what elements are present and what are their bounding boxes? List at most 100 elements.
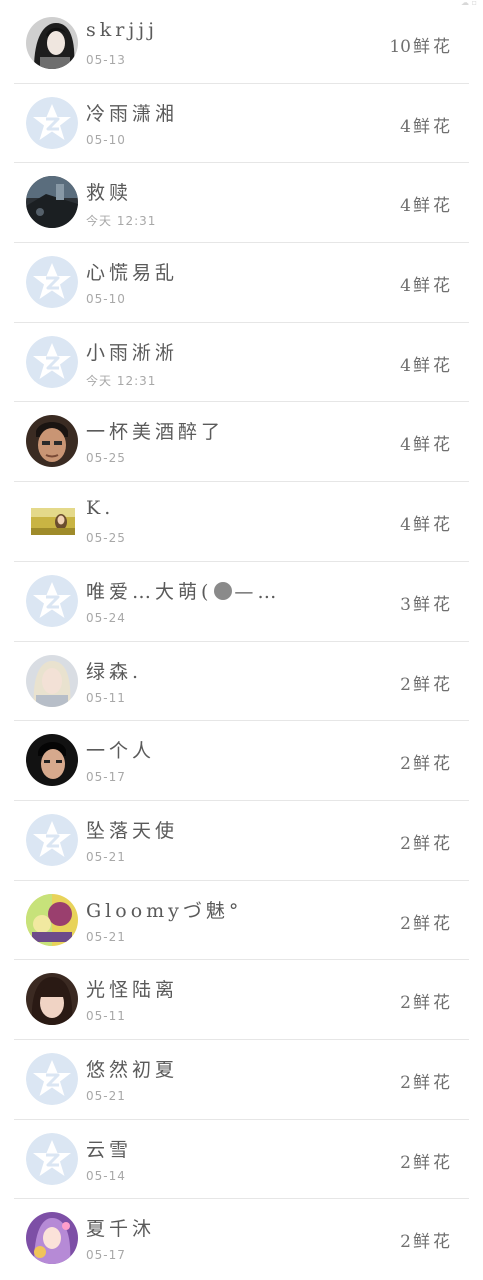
avatar[interactable] bbox=[26, 96, 78, 149]
avatar[interactable] bbox=[26, 813, 78, 866]
flower-count: 4 鲜花 bbox=[400, 112, 453, 137]
list-item[interactable]: 唯爱…大萌(—… 05-24 3 鲜花 bbox=[14, 562, 469, 642]
avatar[interactable] bbox=[26, 734, 78, 787]
avatar[interactable] bbox=[26, 1052, 78, 1105]
list-item[interactable]: 救赎 今天 12:31 4 鲜花 bbox=[14, 163, 469, 244]
flower-ranking-list: skrjjj 05-13 10鲜花 冷雨潇湘 05-10 4鲜花 救赎 今天 bbox=[0, 4, 483, 1279]
flower-count-number: 4 bbox=[400, 116, 411, 137]
flower-count-number: 2 bbox=[400, 833, 411, 854]
list-item[interactable]: 坠落天使 05-21 2 鲜花 bbox=[14, 801, 469, 881]
user-name: 坠落天使 bbox=[86, 819, 179, 842]
flower-count-number: 4 bbox=[400, 196, 411, 217]
photo-dark-hair-icon bbox=[26, 17, 78, 69]
list-item[interactable]: skrjjj 05-13 10 鲜花 bbox=[14, 4, 469, 84]
flower-count: 2 鲜花 bbox=[400, 749, 453, 774]
user-name: 悠然初夏 bbox=[86, 1058, 179, 1081]
flower-count: 2 鲜花 bbox=[400, 1068, 453, 1093]
timestamp: 05-14 bbox=[86, 1168, 126, 1183]
timestamp: 05-21 bbox=[86, 849, 126, 864]
avatar[interactable] bbox=[26, 335, 78, 388]
flower-count-number: 4 bbox=[400, 355, 411, 376]
list-item[interactable]: Gloomyづ魅° 05-21 2 鲜花 bbox=[14, 881, 469, 961]
timestamp: 05-21 bbox=[86, 1088, 126, 1103]
user-name-suffix: —… bbox=[234, 580, 281, 603]
flower-count-number: 2 bbox=[400, 754, 411, 775]
avatar[interactable] bbox=[26, 654, 78, 707]
photo-yellow-field-icon bbox=[31, 508, 75, 536]
timestamp: 05-21 bbox=[86, 929, 126, 944]
list-item[interactable]: 夏千沐 05-17 2 鲜花 bbox=[14, 1199, 469, 1279]
list-item[interactable]: K. 05-25 4 鲜花 bbox=[14, 482, 469, 562]
flower-count-number: 2 bbox=[400, 993, 411, 1014]
user-name: 冷雨潇湘 bbox=[86, 102, 179, 125]
flower-count: 2 鲜花 bbox=[400, 988, 453, 1013]
photo-colorful-art-icon bbox=[26, 893, 78, 946]
default-qq-star-icon bbox=[26, 1132, 78, 1185]
list-item[interactable]: 心慌易乱 05-10 4 鲜花 bbox=[14, 243, 469, 323]
list-item[interactable]: 光怪陆离 05-11 2 鲜花 bbox=[14, 960, 469, 1040]
flower-unit: 鲜花 bbox=[413, 1232, 453, 1253]
user-name: skrjjj bbox=[86, 19, 159, 41]
avatar[interactable] bbox=[26, 893, 78, 946]
list-item[interactable]: 绿森. 05-11 2 鲜花 bbox=[14, 642, 469, 722]
default-qq-star-icon bbox=[26, 1052, 78, 1105]
flower-count: 2 鲜花 bbox=[400, 829, 453, 854]
default-qq-star-icon bbox=[26, 335, 78, 388]
avatar[interactable] bbox=[26, 176, 78, 229]
emoji-dot-icon bbox=[214, 581, 233, 600]
photo-anime-purple-icon bbox=[26, 1212, 78, 1265]
avatar[interactable] bbox=[26, 973, 78, 1026]
list-item[interactable]: 悠然初夏 05-21 2 鲜花 bbox=[14, 1040, 469, 1120]
flower-count: 4 鲜花 bbox=[400, 271, 453, 296]
avatar[interactable] bbox=[31, 508, 75, 536]
flower-unit: 鲜花 bbox=[413, 833, 453, 854]
user-name: 唯爱…大萌( —… bbox=[86, 577, 280, 604]
user-name: 夏千沐 bbox=[86, 1218, 156, 1241]
flower-count-number: 10 bbox=[389, 37, 411, 57]
photo-blonde-girl-icon bbox=[26, 654, 78, 707]
flower-unit: 鲜花 bbox=[413, 435, 453, 456]
avatar[interactable] bbox=[26, 415, 78, 468]
list-item[interactable]: 小雨淅淅 今天 12:31 4 鲜花 bbox=[14, 323, 469, 403]
avatar[interactable] bbox=[26, 1132, 78, 1185]
timestamp: 今天 12:31 bbox=[86, 214, 157, 229]
flower-unit: 鲜花 bbox=[413, 1072, 453, 1093]
user-name: 绿森. bbox=[86, 660, 143, 683]
flower-count: 4 鲜花 bbox=[400, 430, 453, 455]
flower-count-number: 2 bbox=[400, 1152, 411, 1173]
timestamp: 05-11 bbox=[86, 1009, 126, 1024]
avatar[interactable] bbox=[26, 17, 78, 69]
timestamp: 05-13 bbox=[86, 53, 126, 67]
flower-count: 2 鲜花 bbox=[400, 1227, 453, 1252]
flower-count-number: 2 bbox=[400, 1072, 411, 1093]
timestamp: 05-25 bbox=[86, 451, 126, 466]
flower-unit: 鲜花 bbox=[413, 116, 453, 137]
flower-unit: 鲜花 bbox=[413, 674, 453, 695]
user-name-text: 唯爱…大萌( bbox=[86, 580, 213, 603]
default-qq-star-icon bbox=[26, 813, 78, 866]
list-item[interactable]: 一杯美酒醉了 05-25 4 鲜花 bbox=[14, 402, 469, 483]
list-item[interactable]: 云雪 05-14 2 鲜花 bbox=[14, 1120, 469, 1200]
avatar[interactable] bbox=[26, 256, 78, 309]
timestamp: 05-10 bbox=[86, 132, 126, 147]
flower-count: 4 鲜花 bbox=[400, 351, 453, 376]
flower-count: 2 鲜花 bbox=[400, 670, 453, 695]
flower-unit: 鲜花 bbox=[413, 1152, 453, 1173]
flower-unit: 鲜花 bbox=[413, 355, 453, 376]
list-item[interactable]: 冷雨潇湘 05-10 4 鲜花 bbox=[14, 84, 469, 164]
timestamp: 今天 12:31 bbox=[86, 373, 157, 388]
default-qq-star-icon bbox=[26, 96, 78, 149]
timestamp: 05-10 bbox=[86, 292, 126, 307]
flower-count-number: 4 bbox=[400, 276, 411, 297]
flower-count-number: 4 bbox=[400, 435, 411, 456]
photo-man-face-icon bbox=[26, 415, 78, 468]
flower-count-number: 2 bbox=[400, 674, 411, 695]
flower-count: 4 鲜花 bbox=[400, 510, 453, 535]
avatar[interactable] bbox=[26, 1212, 78, 1265]
list-item[interactable]: 一个人 05-17 2 鲜花 bbox=[14, 721, 469, 801]
flower-count: 4 鲜花 bbox=[400, 191, 453, 216]
avatar[interactable] bbox=[26, 574, 78, 627]
flower-unit: 鲜花 bbox=[413, 913, 453, 934]
timestamp: 05-11 bbox=[86, 690, 126, 705]
user-name: 一杯美酒醉了 bbox=[86, 421, 225, 444]
